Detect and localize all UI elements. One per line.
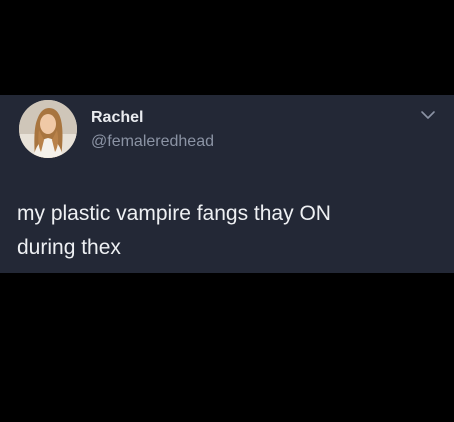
avatar-image xyxy=(19,100,77,158)
avatar[interactable] xyxy=(19,100,77,158)
display-name[interactable]: Rachel xyxy=(91,109,143,127)
user-handle[interactable]: @femaleredhead xyxy=(91,133,214,151)
tweet-text: my plastic vampire fangs thay ON during … xyxy=(17,202,331,259)
chevron-down-icon[interactable] xyxy=(418,108,438,122)
tweet-card: Rachel @femaleredhead my plastic vampire… xyxy=(0,95,454,273)
